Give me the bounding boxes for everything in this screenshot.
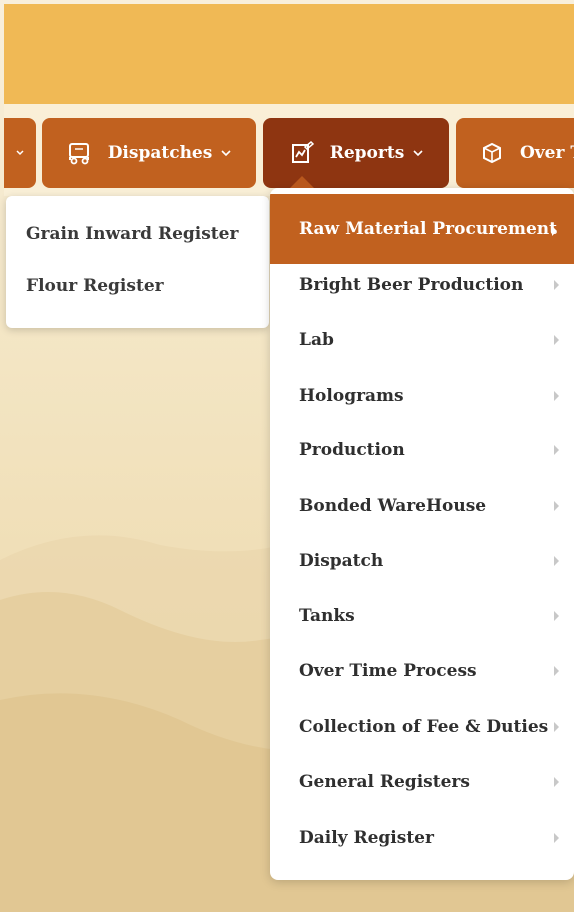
menu-item-label: General Registers: [299, 772, 470, 792]
chevron-right-icon: [554, 556, 559, 566]
menu-item-label: Lab: [299, 330, 334, 350]
truck-icon: [66, 140, 94, 166]
chevron-right-icon: [554, 611, 559, 621]
menu-item-daily-register[interactable]: Daily Register: [270, 810, 574, 866]
chevron-down-icon: [16, 150, 24, 156]
reports-dropdown-menu: Raw Material Procurement Bright Beer Pro…: [270, 188, 574, 880]
menu-item-bright-beer-production[interactable]: Bright Beer Production: [270, 257, 574, 313]
menu-item-holograms[interactable]: Holograms: [270, 368, 574, 424]
nav-item-label: Over T: [520, 143, 574, 163]
chevron-right-icon: [554, 833, 559, 843]
chevron-right-icon: [554, 280, 559, 290]
menu-item-tanks[interactable]: Tanks: [270, 588, 574, 644]
submenu-item-grain-inward-register[interactable]: Grain Inward Register: [26, 224, 238, 244]
menu-item-label: Over Time Process: [299, 661, 477, 681]
chevron-right-icon: [554, 335, 559, 345]
raw-material-submenu: Grain Inward Register Flour Register: [6, 196, 269, 328]
chevron-right-icon: [554, 666, 559, 676]
menu-item-lab[interactable]: Lab: [270, 312, 574, 368]
top-header-bar: [4, 4, 574, 104]
nav-item-over-time[interactable]: Over T: [456, 118, 574, 188]
menu-item-raw-material-procurement[interactable]: Raw Material Procurement: [270, 194, 574, 264]
menu-item-label: Raw Material Procurement: [299, 219, 557, 239]
menu-item-label: Holograms: [299, 386, 404, 406]
chevron-down-icon: [412, 148, 424, 158]
menu-item-label: Collection of Fee & Duties: [299, 717, 549, 737]
nav-item-dispatches[interactable]: Dispatches: [42, 118, 256, 188]
chevron-right-icon: [554, 777, 559, 787]
menu-item-label: Daily Register: [299, 828, 434, 848]
nav-item-label: Reports: [329, 143, 405, 163]
chevron-down-icon: [220, 148, 232, 158]
menu-item-production[interactable]: Production: [270, 422, 574, 478]
box-icon: [478, 140, 506, 166]
chevron-right-icon: [552, 226, 557, 236]
chevron-right-icon: [554, 501, 559, 511]
menu-item-label: Bonded WareHouse: [299, 496, 487, 516]
chevron-right-icon: [554, 445, 559, 455]
nav-item-label: Dispatches: [107, 143, 213, 163]
menu-item-dispatch[interactable]: Dispatch: [270, 533, 574, 589]
menu-item-label: Bright Beer Production: [299, 275, 524, 295]
menu-item-over-time-process[interactable]: Over Time Process: [270, 643, 574, 699]
chevron-right-icon: [554, 391, 559, 401]
menu-item-general-registers[interactable]: General Registers: [270, 754, 574, 810]
chevron-right-icon: [554, 722, 559, 732]
dropdown-caret: [290, 176, 314, 188]
menu-item-collection-of-fee-duties[interactable]: Collection of Fee & Duties: [270, 699, 574, 755]
menu-item-label: Tanks: [299, 606, 355, 626]
menu-item-label: Dispatch: [299, 551, 384, 571]
submenu-item-flour-register[interactable]: Flour Register: [26, 276, 164, 296]
nav-item-previous[interactable]: [4, 118, 36, 188]
menu-item-label: Production: [299, 440, 405, 460]
menu-item-bonded-warehouse[interactable]: Bonded WareHouse: [270, 478, 574, 534]
chart-edit-icon: [288, 140, 316, 166]
